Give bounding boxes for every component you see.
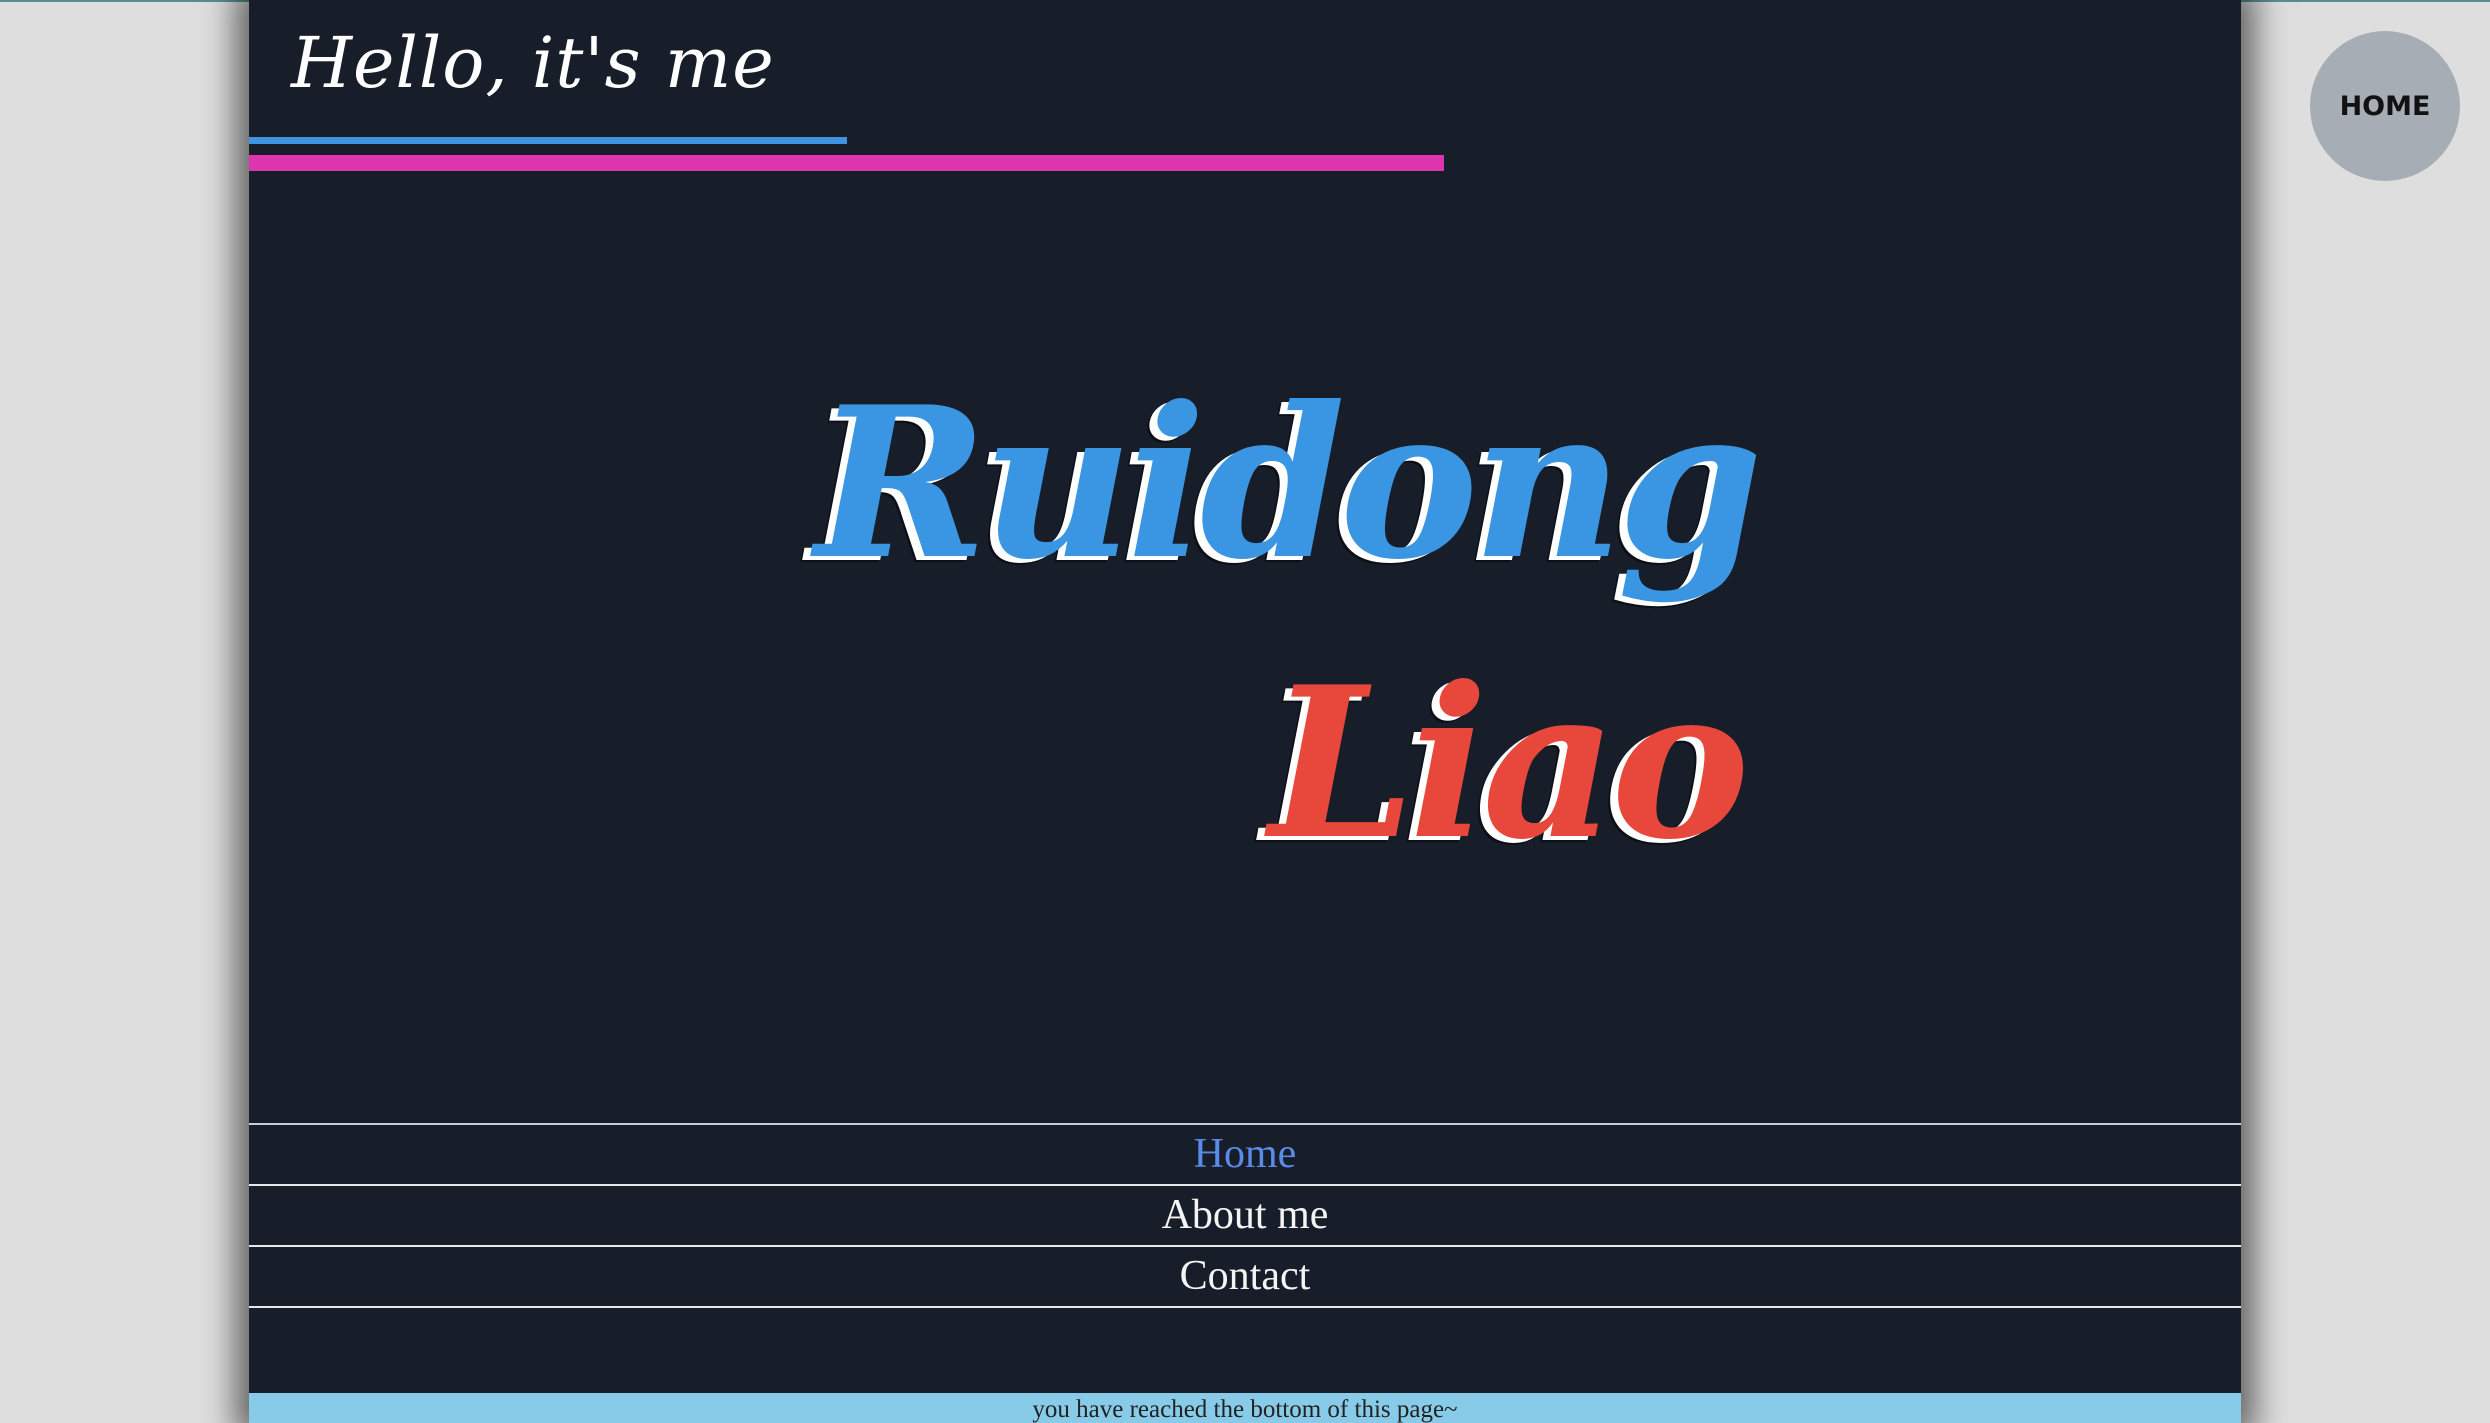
hero-first-name: Ruidong <box>815 362 1763 606</box>
page-footer: you have reached the bottom of this page… <box>249 1393 2241 1423</box>
accent-bar-pink <box>249 155 1444 171</box>
page-greeting: Hello, it's me <box>291 22 775 104</box>
nav-item-home[interactable]: Home <box>249 1125 2241 1186</box>
home-button[interactable]: HOME <box>2310 31 2460 181</box>
main-page: Hello, it's me Ruidong Liao Home About m… <box>249 0 2241 1423</box>
hero-last-name: Liao <box>1269 642 1750 886</box>
nav-item-contact[interactable]: Contact <box>249 1247 2241 1308</box>
accent-bar-blue <box>249 137 847 144</box>
main-nav: Home About me Contact <box>249 1123 2241 1308</box>
nav-item-about-me[interactable]: About me <box>249 1186 2241 1247</box>
